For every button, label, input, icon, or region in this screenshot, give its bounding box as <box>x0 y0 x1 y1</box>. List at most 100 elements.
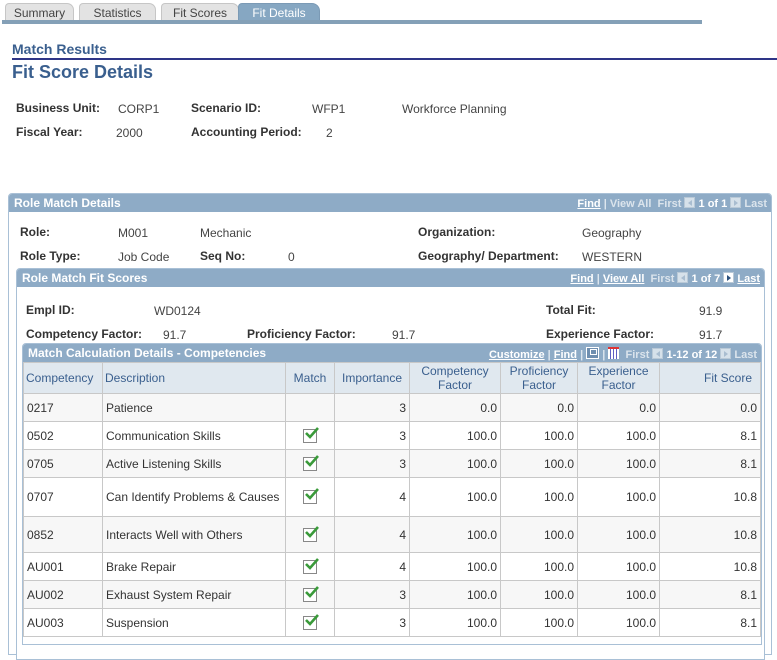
role-label: Role: <box>20 225 50 239</box>
match-cell <box>285 552 335 581</box>
first-link: First <box>650 273 675 285</box>
competency-factor-cell: 0.0 <box>409 393 501 422</box>
competency-description: Communication Skills <box>102 421 286 450</box>
new-window-icon[interactable] <box>586 347 600 359</box>
proficiency-factor-cell: 100.0 <box>500 421 578 450</box>
column-header-experience-factor[interactable]: Experience Factor <box>577 362 660 394</box>
competency-code: 0707 <box>23 477 103 517</box>
nav-separator: | <box>547 349 551 361</box>
match-checkmark-icon <box>303 455 319 471</box>
experience-factor-value: 91.7 <box>699 328 723 342</box>
match-checkmark-icon <box>303 427 319 443</box>
competency-description: Exhaust System Repair <box>102 580 286 609</box>
view-all-link[interactable]: View All <box>603 273 645 285</box>
table-row: AU003 Suspension 3 100.0 100.0 100.0 8.1 <box>23 608 761 637</box>
previous-arrow-icon <box>684 197 696 208</box>
match-cell <box>285 516 335 553</box>
download-grid-icon[interactable] <box>608 347 620 359</box>
competency-factor-cell: 100.0 <box>409 516 501 553</box>
competencies-grid: Competency Description Match Importance … <box>23 362 761 637</box>
proficiency-factor-cell: 100.0 <box>500 449 578 478</box>
empl-id-label: Empl ID: <box>26 303 75 317</box>
column-header-description[interactable]: Description <box>102 362 286 394</box>
column-header-competency[interactable]: Competency <box>23 362 103 394</box>
table-row: 0707 Can Identify Problems & Causes 4 100.0… <box>23 477 761 517</box>
previous-arrow-icon <box>652 348 664 359</box>
column-header-fit-score[interactable]: Fit Score <box>659 362 761 394</box>
competency-factor-cell: 100.0 <box>409 421 501 450</box>
last-link: Last <box>734 349 757 361</box>
organization-value: Geography <box>582 226 642 240</box>
importance-cell: 4 <box>334 552 410 581</box>
importance-cell: 3 <box>334 449 410 478</box>
next-arrow-icon[interactable] <box>723 272 735 283</box>
fit-scores-header: Role Match Fit Scores Find | View All Fi… <box>17 269 764 287</box>
find-link[interactable]: Find <box>577 198 600 210</box>
business-unit-value: CORP1 <box>118 102 160 116</box>
competency-factor-cell: 100.0 <box>409 449 501 478</box>
scenario-description: Workforce Planning <box>402 102 507 116</box>
fit-score-cell: 8.1 <box>659 421 761 450</box>
customize-link[interactable]: Customize <box>489 349 545 361</box>
accounting-period-value: 2 <box>326 126 333 140</box>
experience-factor-cell: 100.0 <box>577 580 660 609</box>
competency-description: Brake Repair <box>102 552 286 581</box>
table-row: 0852 Interacts Well with Others 4 100.0 100.… <box>23 516 761 553</box>
organization-label: Organization: <box>418 225 496 239</box>
last-link[interactable]: Last <box>737 273 760 285</box>
next-arrow-icon <box>730 197 742 208</box>
importance-cell: 4 <box>334 477 410 517</box>
column-header-importance[interactable]: Importance <box>334 362 410 394</box>
row-count: 1-12 of 12 <box>666 349 718 361</box>
nav-separator: | <box>580 349 584 361</box>
fit-score-cell: 10.8 <box>659 516 761 553</box>
seq-no-value: 0 <box>288 250 295 264</box>
role-match-details-title: Role Match Details <box>14 196 121 210</box>
competency-description: Suspension <box>102 608 286 637</box>
match-cell <box>285 393 335 422</box>
nav-separator: | <box>602 349 606 361</box>
match-checkmark-icon <box>303 488 319 505</box>
experience-factor-cell: 100.0 <box>577 421 660 450</box>
column-header-competency-factor[interactable]: Competency Factor <box>409 362 501 394</box>
match-calculation-header: Match Calculation Details - Competencies… <box>23 344 761 362</box>
page-title: Fit Score Details <box>12 62 154 82</box>
first-link: First <box>657 198 682 210</box>
role-description: Mechanic <box>200 226 252 240</box>
proficiency-factor-value: 91.7 <box>392 328 416 342</box>
competency-code: 0217 <box>23 393 103 422</box>
competency-factor-cell: 100.0 <box>409 580 501 609</box>
competency-description: Can Identify Problems & Causes <box>102 477 286 517</box>
find-link[interactable]: Find <box>554 349 577 361</box>
find-link[interactable]: Find <box>570 273 593 285</box>
business-unit-label: Business Unit: <box>16 101 101 115</box>
row-count: 1 of 1 <box>698 198 728 210</box>
match-checkmark-icon <box>303 558 319 574</box>
column-header-proficiency-factor[interactable]: Proficiency Factor <box>500 362 578 394</box>
match-checkmark-icon <box>303 526 319 542</box>
importance-cell: 3 <box>334 393 410 422</box>
accounting-period-label: Accounting Period: <box>191 125 302 139</box>
competency-description: Active Listening Skills <box>102 449 286 478</box>
table-row: 0705 Active Listening Skills 3 100.0 100.0 10… <box>23 449 761 478</box>
match-calculation-title: Match Calculation Details - Competencies <box>28 346 267 360</box>
match-cell <box>285 608 335 637</box>
nav-separator: | <box>596 273 600 285</box>
column-header-match[interactable]: Match <box>285 362 335 394</box>
seq-no-label: Seq No: <box>200 249 246 263</box>
scenario-id-value: WFP1 <box>312 102 346 116</box>
competency-factor-cell: 100.0 <box>409 477 501 517</box>
fit-score-cell: 10.8 <box>659 552 761 581</box>
scenario-id-label: Scenario ID: <box>191 101 262 115</box>
row-count: 1 of 7 <box>691 273 721 285</box>
nav-separator: | <box>603 198 607 210</box>
fit-score-cell: 0.0 <box>659 393 761 422</box>
next-arrow-icon <box>720 348 732 359</box>
proficiency-factor-cell: 100.0 <box>500 516 578 553</box>
fit-scores-title: Role Match Fit Scores <box>22 271 148 285</box>
competency-code: 0502 <box>23 421 103 450</box>
experience-factor-label: Experience Factor: <box>546 327 655 341</box>
table-row: AU002 Exhaust System Repair 3 100.0 100.0 100… <box>23 580 761 609</box>
competency-description: Interacts Well with Others <box>102 516 286 553</box>
competency-code: 0705 <box>23 449 103 478</box>
